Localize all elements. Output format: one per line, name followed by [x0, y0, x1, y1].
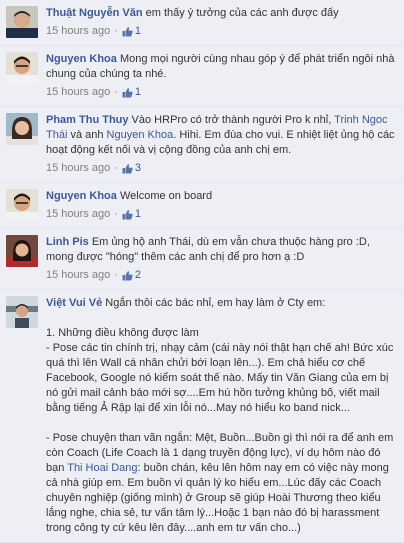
thumbs-up-icon[interactable]: [122, 209, 133, 220]
avatar[interactable]: [6, 235, 38, 267]
separator: ·: [114, 269, 118, 281]
avatar[interactable]: [6, 113, 38, 145]
comment-author[interactable]: Pham Thu Thuy: [46, 114, 129, 126]
avatar[interactable]: [6, 52, 38, 84]
comment-feed: Thuật Nguyễn Văn em thấy ý tưởng của các…: [0, 0, 404, 543]
comment-heading: 1. Những điều không được làm: [46, 327, 199, 339]
comment-paragraph: - Pose chuyện than vãn ngắn: Mệt, Buồn..…: [46, 431, 398, 536]
comment-item: Linh Pis Em ủng hộ anh Thái, dù em vẫn c…: [0, 229, 404, 290]
comment-author[interactable]: Việt Vui Vẻ: [46, 297, 102, 309]
thumbs-up-icon[interactable]: [122, 87, 133, 98]
like-count[interactable]: 3: [135, 161, 141, 176]
mention-link[interactable]: Nguyen Khoa: [107, 129, 174, 141]
separator: ·: [114, 25, 118, 37]
comment-item: Việt Vui Vẻ Ngắn thôi các bác nhỉ, em ha…: [0, 290, 404, 543]
comment-timestamp[interactable]: 15 hours ago: [46, 85, 110, 100]
avatar[interactable]: [6, 6, 38, 38]
comment-text: em thấy ý tưởng của các anh được đấy: [142, 7, 339, 19]
comment-timestamp[interactable]: 15 hours ago: [46, 24, 110, 39]
comment-timestamp[interactable]: 15 hours ago: [46, 207, 110, 222]
like-count[interactable]: 1: [135, 207, 141, 222]
comment-item: Pham Thu Thuy Vào HRPro có trở thành ngư…: [0, 107, 404, 183]
like-count[interactable]: 2: [135, 268, 141, 283]
comment-author[interactable]: Nguyen Khoa: [46, 53, 117, 65]
comment-timestamp[interactable]: 15 hours ago: [46, 268, 110, 283]
separator: ·: [114, 162, 118, 174]
separator: ·: [114, 86, 118, 98]
comment-item: Nguyen Khoa Mong mọi người cùng nhau góp…: [0, 46, 404, 107]
separator: ·: [114, 208, 118, 220]
comment-text: Vào HRPro có trở thành người Pro k nhỉ,: [128, 114, 335, 126]
avatar[interactable]: [6, 296, 38, 328]
thumbs-up-icon[interactable]: [122, 270, 133, 281]
comment-text: Welcome on board: [116, 190, 213, 202]
comment-author[interactable]: Linh Pis: [46, 236, 89, 248]
comment-timestamp[interactable]: 15 hours ago: [46, 161, 110, 176]
thumbs-up-icon[interactable]: [122, 163, 133, 174]
like-count[interactable]: 1: [135, 85, 141, 100]
comment-author[interactable]: Thuật Nguyễn Văn: [46, 7, 143, 19]
comment-item: Thuật Nguyễn Văn em thấy ý tưởng của các…: [0, 0, 404, 46]
comment-paragraph: - Pose các tin chính trị, nhạy cảm (cái …: [46, 342, 394, 414]
comment-text: Ngắn thôi các bác nhỉ, em hay làm ở Cty …: [102, 297, 326, 309]
comment-text: và anh: [67, 129, 107, 141]
thumbs-up-icon[interactable]: [122, 26, 133, 37]
comment-text: Em ủng hộ anh Thái, dù em vẫn chưa thuộc…: [46, 236, 370, 263]
comment-item: Nguyen Khoa Welcome on board 15 hours ag…: [0, 183, 404, 229]
mention-link[interactable]: Thi Hoai Dang: [67, 462, 137, 474]
like-count[interactable]: 1: [135, 24, 141, 39]
avatar[interactable]: [6, 189, 38, 221]
comment-author[interactable]: Nguyen Khoa: [46, 190, 117, 202]
